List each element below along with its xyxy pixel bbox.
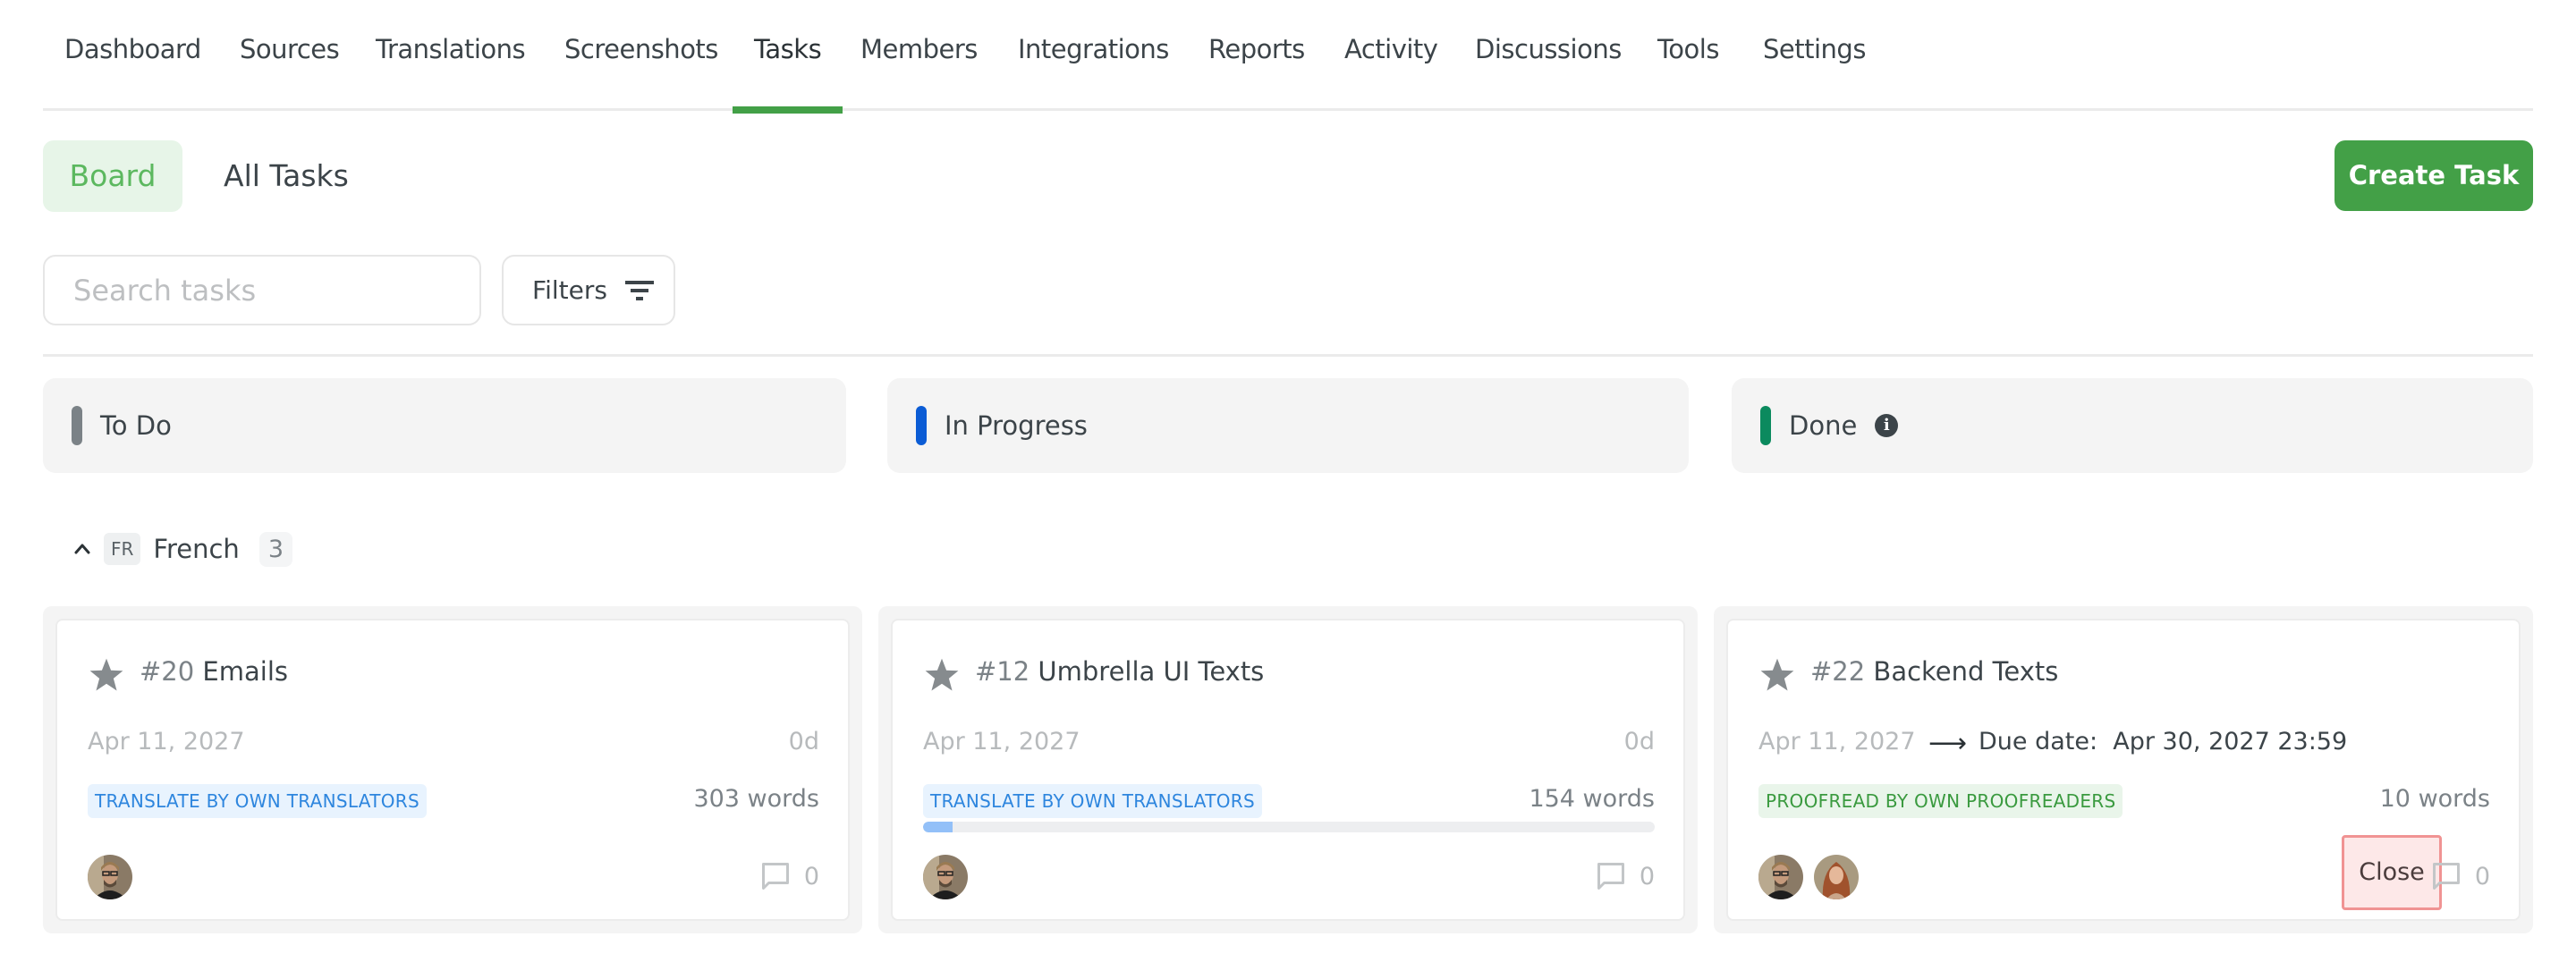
status-color-bar: [1760, 406, 1771, 445]
board-view-button[interactable]: Board: [43, 140, 182, 212]
column-done: #22 Backend Texts Apr 11, 2027 ⟶ Due dat…: [1714, 606, 2533, 933]
avatar-woman-red-hair-icon: [1814, 855, 1859, 899]
create-task-button[interactable]: Create Task: [2334, 140, 2533, 211]
task-progress-bar: [923, 822, 1655, 832]
chevron-up-icon[interactable]: [73, 540, 91, 558]
filter-icon: [624, 280, 654, 300]
language-code-badge: FR: [104, 533, 141, 565]
task-created-date: Apr 11, 2027: [88, 728, 245, 755]
status-color-bar: [72, 406, 82, 445]
star-icon[interactable]: [923, 656, 961, 694]
task-word-count: 303 words: [693, 785, 819, 813]
column-title: To Do: [100, 410, 172, 441]
language-name: French: [153, 534, 240, 564]
task-word-count: 154 words: [1529, 785, 1655, 813]
column-header-done: Done i: [1732, 378, 2533, 473]
nav-tab-tools[interactable]: Tools: [1657, 34, 1719, 111]
comment-count: 0: [1639, 862, 1655, 890]
nav-tab-screenshots[interactable]: Screenshots: [564, 34, 718, 111]
search-tasks-input[interactable]: [43, 255, 481, 325]
task-word-count: 10 words: [2379, 785, 2490, 813]
comment-count: 0: [2474, 862, 2490, 890]
nav-tab-dashboard[interactable]: Dashboard: [64, 34, 201, 111]
comment-icon: [761, 863, 789, 890]
task-duration: 0d: [788, 728, 819, 755]
comment-icon: [2432, 863, 2460, 890]
task-progress-fill: [923, 822, 953, 832]
comment-count: 0: [803, 862, 819, 890]
task-due-date: Due date: Apr 30, 2027 23:59: [1979, 728, 2348, 755]
nav-tab-translations[interactable]: Translations: [376, 34, 526, 111]
all-tasks-view-button[interactable]: All Tasks: [195, 140, 377, 212]
divider: [43, 354, 2533, 357]
nav-tab-members[interactable]: Members: [860, 34, 978, 111]
task-duration: 0d: [1623, 728, 1655, 755]
active-tab-indicator: [733, 106, 843, 114]
star-icon[interactable]: [88, 656, 125, 694]
avatar-man-glasses-icon: [923, 855, 968, 899]
column-title: In Progress: [945, 410, 1088, 441]
assignee-avatar[interactable]: [1758, 855, 1803, 899]
top-nav: Dashboard Sources Translations Screensho…: [43, 0, 2533, 114]
task-card[interactable]: #20 Emails Apr 11, 2027 0d TRANSLATE BY …: [55, 619, 850, 921]
nav-tab-tasks[interactable]: Tasks: [733, 34, 843, 114]
column-header-todo: To Do: [43, 378, 846, 473]
column-header-in-progress: In Progress: [887, 378, 1689, 473]
nav-tab-integrations[interactable]: Integrations: [1018, 34, 1169, 111]
filters-button[interactable]: Filters: [502, 255, 675, 325]
nav-tab-tasks-label: Tasks: [754, 34, 822, 64]
task-type-badge: TRANSLATE BY OWN TRANSLATORS: [88, 784, 427, 818]
task-title[interactable]: #22 Backend Texts: [1810, 656, 2058, 687]
star-icon[interactable]: [1758, 656, 1796, 694]
nav-tab-settings[interactable]: Settings: [1763, 34, 1866, 111]
column-todo: #20 Emails Apr 11, 2027 0d TRANSLATE BY …: [43, 606, 862, 933]
arrow-right-icon: ⟶: [1928, 728, 1968, 759]
comment-icon: [1597, 863, 1624, 890]
nav-tab-activity[interactable]: Activity: [1344, 34, 1438, 111]
nav-tab-reports[interactable]: Reports: [1208, 34, 1305, 111]
task-created-date: Apr 11, 2027: [1758, 728, 1916, 755]
task-created-date: Apr 11, 2027: [923, 728, 1080, 755]
task-title[interactable]: #20 Emails: [140, 656, 288, 687]
close-task-button[interactable]: Close: [2342, 835, 2442, 910]
column-in-progress: #12 Umbrella UI Texts Apr 11, 2027 0d TR…: [878, 606, 1698, 933]
avatar-man-glasses-icon: [1758, 855, 1803, 899]
info-icon[interactable]: i: [1875, 414, 1899, 437]
filters-label: Filters: [532, 275, 607, 305]
avatar-man-glasses-icon: [88, 855, 132, 899]
comments-button[interactable]: 0: [1595, 860, 1655, 892]
assignee-avatar[interactable]: [88, 855, 132, 899]
task-type-badge: TRANSLATE BY OWN TRANSLATORS: [923, 784, 1262, 818]
nav-tab-discussions[interactable]: Discussions: [1475, 34, 1622, 111]
column-title: Done: [1789, 410, 1858, 441]
comments-button[interactable]: 0: [759, 860, 819, 892]
assignee-avatar[interactable]: [1814, 855, 1859, 899]
nav-tab-sources[interactable]: Sources: [240, 34, 340, 111]
task-count-badge: 3: [258, 531, 292, 567]
task-card[interactable]: #22 Backend Texts Apr 11, 2027 ⟶ Due dat…: [1726, 619, 2521, 921]
language-group-header[interactable]: FR French 3: [73, 529, 292, 569]
task-title[interactable]: #12 Umbrella UI Texts: [975, 656, 1264, 687]
status-color-bar: [916, 406, 927, 445]
task-type-badge: PROOFREAD BY OWN PROOFREADERS: [1758, 784, 2123, 818]
comments-button[interactable]: 0: [2430, 860, 2490, 892]
assignee-avatar[interactable]: [923, 855, 968, 899]
task-card[interactable]: #12 Umbrella UI Texts Apr 11, 2027 0d TR…: [891, 619, 1685, 921]
